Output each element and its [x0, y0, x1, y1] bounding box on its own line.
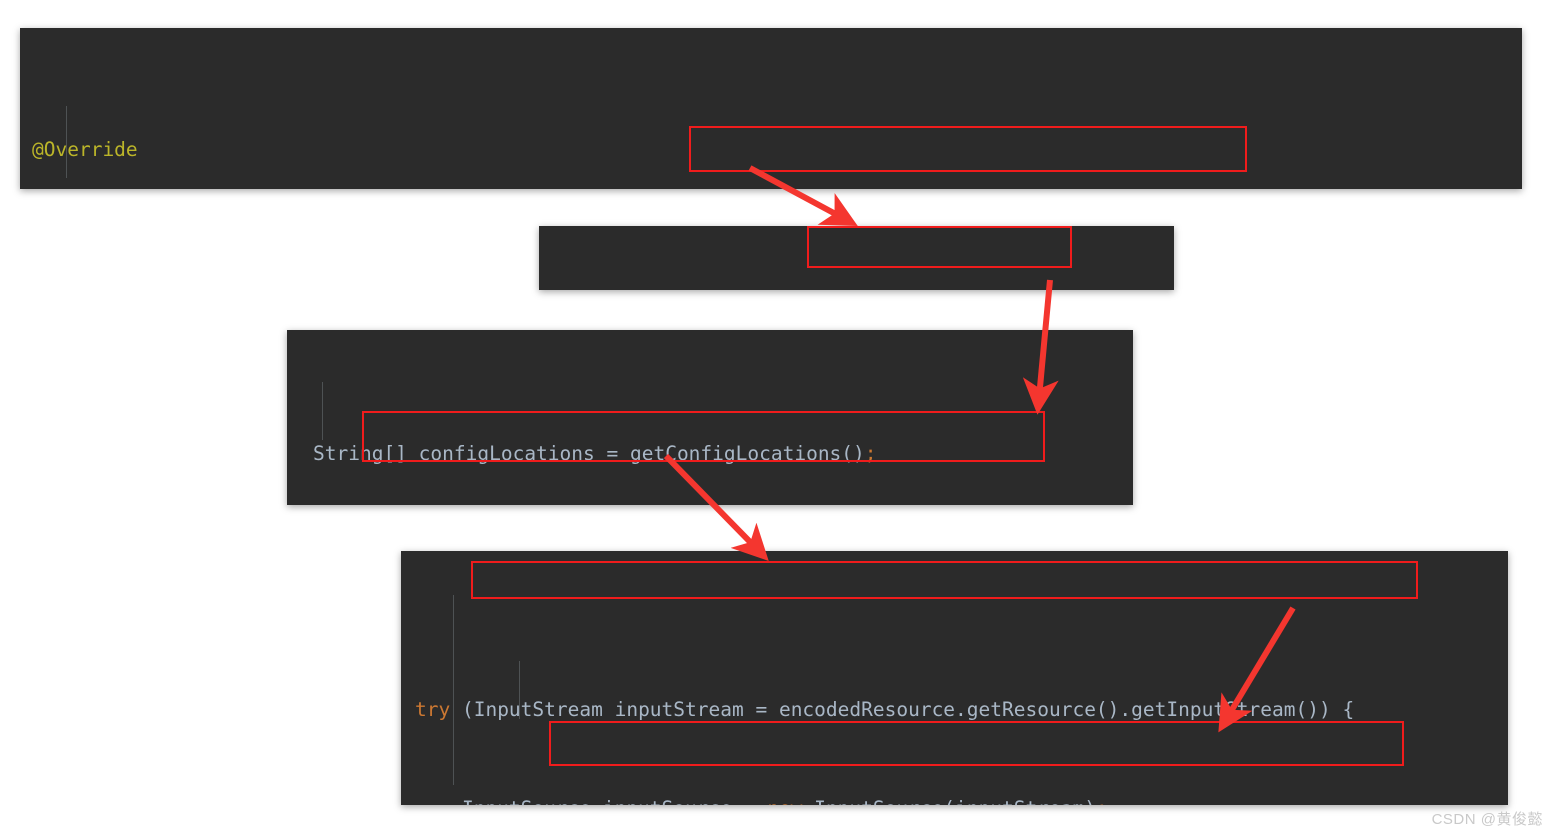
code-token: ;	[1096, 797, 1108, 805]
indent-guide	[322, 382, 323, 440]
csdn-watermark: CSDN @黄俊懿	[1431, 811, 1543, 828]
code-line[interactable]: @Override	[32, 133, 1522, 166]
code-line[interactable]: String[] configLocations = getConfigLoca…	[313, 437, 1133, 470]
code-line[interactable]: InputSource inputSource = new InputSourc…	[415, 792, 1508, 805]
code-token: String[] configLocations = getConfigLoca…	[313, 442, 865, 465]
code-block-config-locations[interactable]: String[] configLocations = getConfigLoca…	[287, 330, 1133, 505]
code-token: new	[767, 797, 814, 805]
code-token: InputSource inputSource =	[415, 797, 767, 805]
code-token: @Override	[32, 138, 138, 161]
code-block-load-bean-definitions-method[interactable]: @Override protected void loadBeanDefinit…	[20, 28, 1522, 189]
code-token: ;	[864, 442, 877, 465]
screenshot-canvas: @Override protected void loadBeanDefinit…	[0, 0, 1555, 835]
code-line[interactable]: try (InputStream inputStream = encodedRe…	[415, 693, 1508, 726]
code-token: try	[415, 698, 462, 721]
code-token: (InputStream inputStream = encodedResour…	[461, 698, 1355, 721]
code-block-load-bean-definitions-call[interactable]: loadBeanDefinitions(beanDefinitionReader…	[539, 226, 1174, 290]
indent-guide	[453, 595, 454, 785]
code-block-do-load-bean-definitions[interactable]: try (InputStream inputStream = encodedRe…	[401, 551, 1508, 805]
code-token: InputSource(inputStream)	[814, 797, 1096, 805]
